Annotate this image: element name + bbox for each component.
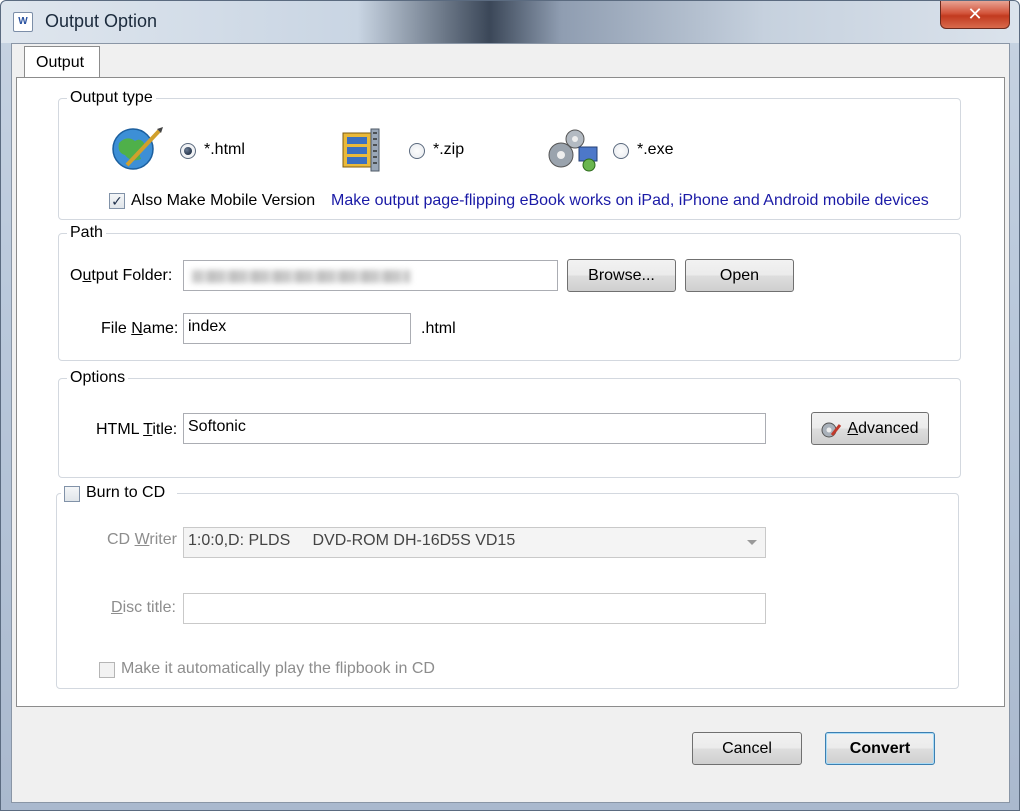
tab-strip: Output bbox=[12, 44, 1009, 78]
mobile-version-label: Also Make Mobile Version bbox=[131, 192, 316, 209]
path-legend: Path bbox=[67, 224, 106, 242]
output-type-legend: Output type bbox=[67, 89, 156, 107]
zip-archive-icon bbox=[342, 128, 380, 172]
radio-zip[interactable] bbox=[409, 143, 425, 159]
html-title-label: HTML Title: bbox=[96, 421, 178, 438]
window-title: Output Option bbox=[45, 11, 158, 31]
title-bar[interactable]: W Output Option ✕ bbox=[1, 1, 1019, 43]
disc-title-input[interactable] bbox=[183, 593, 766, 624]
radio-html[interactable] bbox=[180, 143, 196, 159]
burn-cd-label: Burn to CD bbox=[86, 484, 166, 501]
burn-cd-group: Burn to CD CD Writer 1:0:0,D: PLDS DVD-R… bbox=[56, 483, 959, 689]
cancel-button[interactable]: Cancel bbox=[692, 732, 802, 765]
radio-zip-label: *.zip bbox=[433, 141, 465, 158]
disc-title-label: Disc title: bbox=[111, 599, 176, 616]
browse-button[interactable]: Browse... bbox=[567, 259, 676, 292]
output-option-dialog: W Output Option ✕ Output Output type *.h… bbox=[0, 0, 1020, 811]
tab-output[interactable]: Output bbox=[24, 46, 100, 78]
output-folder-input[interactable] bbox=[183, 260, 558, 291]
chevron-down-icon bbox=[747, 540, 757, 545]
output-tab-panel: Output type *.html *.zip *.exe ✓ Also Ma… bbox=[16, 77, 1005, 707]
globe-icon bbox=[112, 127, 163, 170]
advanced-settings-icon bbox=[821, 422, 842, 438]
autoplay-checkbox[interactable] bbox=[99, 662, 115, 678]
file-extension-label: .html bbox=[421, 320, 456, 337]
path-group: Path Output Folder: Browse... Open File … bbox=[58, 224, 961, 361]
cd-writer-value: 1:0:0,D: PLDS DVD-ROM DH-16D5S VD15 bbox=[188, 532, 516, 549]
app-icon: W bbox=[13, 12, 33, 32]
radio-html-label: *.html bbox=[204, 141, 245, 158]
cd-writer-label: CD Writer bbox=[107, 531, 177, 548]
file-name-input[interactable]: index bbox=[183, 313, 411, 344]
mobile-version-checkbox[interactable]: ✓ bbox=[109, 193, 125, 209]
autoplay-label: Make it automatically play the flipbook … bbox=[121, 660, 435, 677]
radio-exe-label: *.exe bbox=[637, 141, 674, 158]
gears-exe-icon bbox=[548, 129, 598, 172]
convert-button[interactable]: Convert bbox=[825, 732, 935, 765]
advanced-button[interactable]: Advanced bbox=[811, 412, 929, 445]
output-folder-label: Output Folder: bbox=[70, 267, 173, 284]
options-group: Options HTML Title: Softonic Advanced bbox=[58, 369, 961, 478]
dialog-client: Output Output type *.html *.zip *.exe ✓ … bbox=[11, 43, 1010, 803]
open-button[interactable]: Open bbox=[685, 259, 794, 292]
html-title-input[interactable]: Softonic bbox=[183, 413, 766, 444]
options-legend: Options bbox=[67, 369, 129, 387]
file-name-label: File Name: bbox=[101, 320, 179, 337]
close-button[interactable]: ✕ bbox=[940, 1, 1010, 29]
output-type-group: Output type *.html *.zip *.exe ✓ Also Ma… bbox=[58, 89, 961, 220]
radio-exe[interactable] bbox=[613, 143, 629, 159]
cd-writer-select[interactable]: 1:0:0,D: PLDS DVD-ROM DH-16D5S VD15 bbox=[183, 527, 766, 558]
burn-cd-legend-wrap: Burn to CD bbox=[61, 483, 177, 505]
mobile-hint-text: Make output page-flipping eBook works on… bbox=[331, 192, 929, 209]
burn-cd-checkbox[interactable] bbox=[64, 486, 80, 502]
